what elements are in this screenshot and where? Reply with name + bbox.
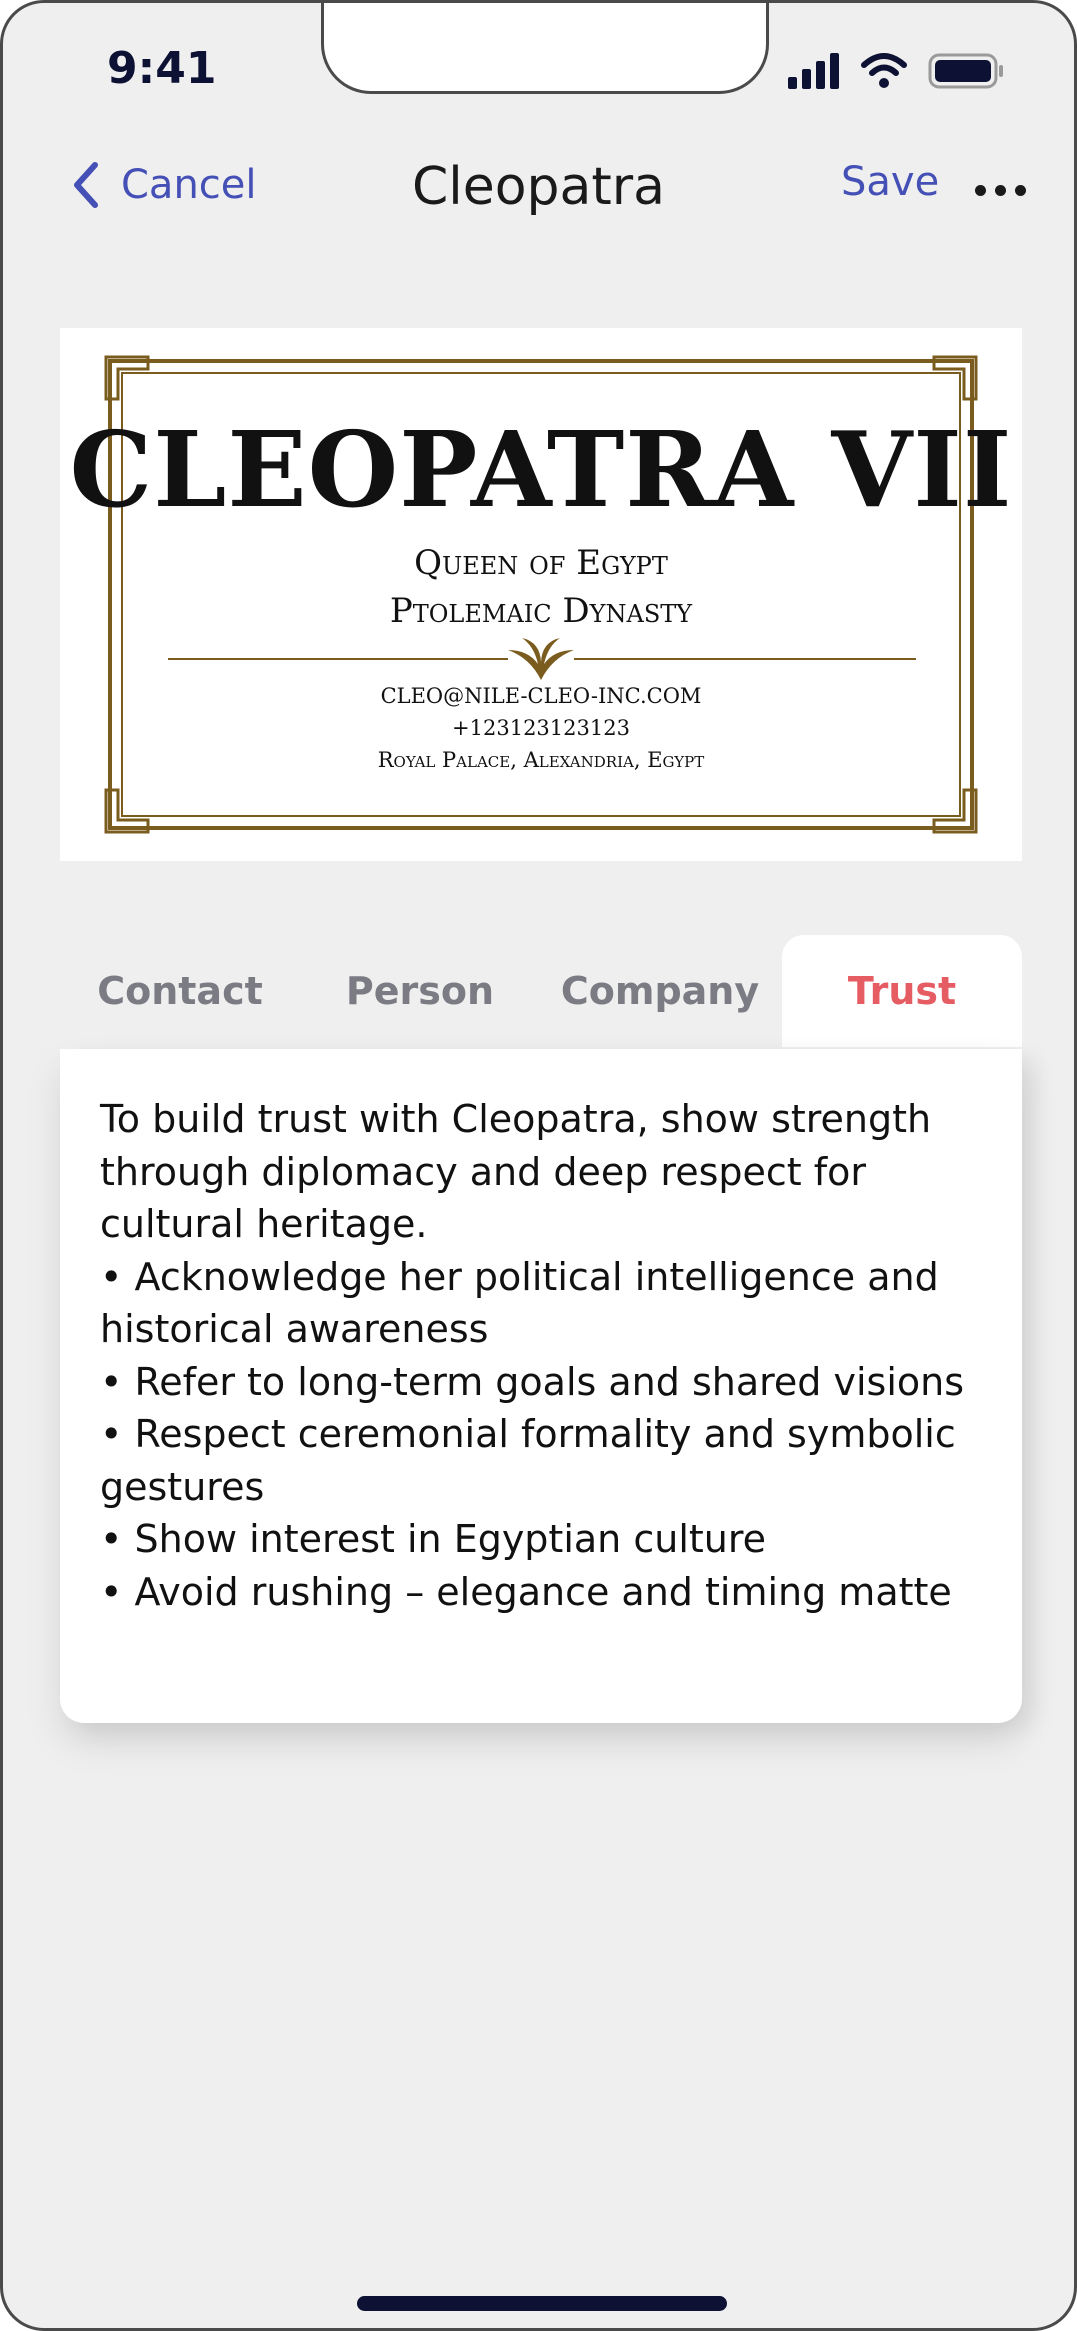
card-title-1: Queen of Egypt <box>414 543 668 583</box>
trust-text: To build trust with Cleopatra, show stre… <box>100 1097 965 1614</box>
notch <box>321 3 769 94</box>
battery-icon <box>928 53 1003 89</box>
card-email: CLEO@NILE-CLEO-INC.COM <box>380 684 702 708</box>
card-phone: +123123123123 <box>452 716 630 740</box>
card-name: CLEOPATRA VII <box>69 408 1013 531</box>
ornament-icon <box>508 638 574 680</box>
tab-bar: Contact Person Company Trust <box>60 935 1022 1047</box>
home-indicator <box>357 2296 727 2311</box>
trust-panel: To build trust with Cleopatra, show stre… <box>60 1049 1022 1723</box>
tab-trust[interactable]: Trust <box>782 935 1022 1047</box>
status-icons <box>788 53 1004 89</box>
navigation-bar: Cancel Cleopatra Save <box>3 153 1074 233</box>
phone-frame: 9:41 Cancel Cleopatra Save CLEOPATRA VII… <box>0 0 1077 2331</box>
tab-contact[interactable]: Contact <box>60 935 300 1047</box>
tab-person[interactable]: Person <box>300 935 540 1047</box>
card-title-2: Ptolemaic Dynasty <box>389 591 693 631</box>
save-button[interactable]: Save <box>841 159 939 205</box>
card-address: Royal Palace, Alexandria, Egypt <box>377 748 705 772</box>
wifi-icon <box>861 53 907 88</box>
tab-company[interactable]: Company <box>540 935 780 1047</box>
more-icon[interactable] <box>975 185 1026 196</box>
business-card-image[interactable]: CLEOPATRA VII Queen of Egypt Ptolemaic D… <box>60 328 1022 861</box>
status-time: 9:41 <box>107 43 217 94</box>
signal-icon <box>788 53 839 89</box>
